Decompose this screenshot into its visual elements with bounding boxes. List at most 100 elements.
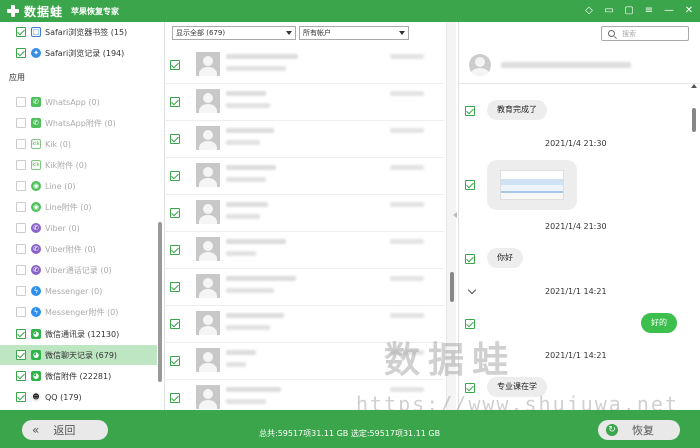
recover-button[interactable]: ↻ 恢复 bbox=[598, 420, 680, 440]
account-filter-dropdown[interactable]: 所有帐户 bbox=[299, 26, 409, 40]
kik-icon: kik bbox=[31, 160, 41, 170]
checkbox[interactable] bbox=[16, 160, 26, 170]
checkbox[interactable] bbox=[16, 392, 26, 402]
category-item-line-attachments[interactable]: ◉ Line附件 (0) bbox=[0, 197, 157, 217]
contact-name-blurred bbox=[226, 387, 281, 392]
message-checkbox[interactable] bbox=[465, 106, 475, 116]
menu-icon[interactable]: ≡ bbox=[642, 4, 656, 18]
checkbox[interactable] bbox=[16, 139, 26, 149]
checkbox[interactable] bbox=[16, 27, 26, 37]
checkbox[interactable] bbox=[16, 97, 26, 107]
checkbox[interactable] bbox=[170, 60, 180, 70]
category-label: Safari浏览器书签 (15) bbox=[45, 27, 128, 37]
category-label: Safari浏览记录 (194) bbox=[45, 48, 125, 58]
contact-name-blurred bbox=[501, 62, 631, 68]
section-header-apps: 应用 bbox=[9, 73, 25, 82]
contact-name-blurred bbox=[226, 276, 296, 281]
checkbox[interactable] bbox=[170, 393, 180, 403]
checkbox[interactable] bbox=[16, 48, 26, 58]
category-item-kik[interactable]: kik Kik (0) bbox=[0, 134, 157, 154]
checkbox[interactable] bbox=[16, 286, 26, 296]
conversation-row[interactable] bbox=[166, 159, 444, 195]
category-item-viber-attachments[interactable]: ✆ Viber附件 (0) bbox=[0, 239, 157, 259]
conversation-row[interactable] bbox=[166, 48, 444, 84]
contact-avatar bbox=[196, 311, 220, 335]
show-filter-dropdown[interactable]: 显示全部 (679) bbox=[172, 26, 296, 40]
category-item-viber[interactable]: ✆ Viber (0) bbox=[0, 218, 157, 238]
cart-icon[interactable]: ▭ bbox=[602, 4, 616, 18]
category-item-qq[interactable]: ☻ QQ (179) bbox=[0, 387, 157, 407]
category-item-kik-attachments[interactable]: kik Kik附件 (0) bbox=[0, 155, 157, 175]
checkbox[interactable] bbox=[170, 356, 180, 366]
scrollbar-thumb[interactable] bbox=[692, 108, 696, 132]
category-item-line[interactable]: ◉ Line (0) bbox=[0, 176, 157, 196]
checkbox[interactable] bbox=[16, 329, 26, 339]
category-item-messenger[interactable]: ϟ Messenger (0) bbox=[0, 281, 157, 301]
checkbox[interactable] bbox=[170, 171, 180, 181]
checkbox[interactable] bbox=[170, 134, 180, 144]
double-chevron-left-icon: « bbox=[32, 423, 40, 437]
collapse-arrow-icon[interactable] bbox=[453, 212, 457, 218]
conversation-row[interactable] bbox=[166, 85, 444, 121]
category-item-safari-bookmarks[interactable]: □ Safari浏览器书签 (15) bbox=[0, 22, 157, 42]
minimize-icon[interactable]: — bbox=[662, 4, 676, 18]
category-item-wechat-chats[interactable]: ◕ 微信聊天记录 (679) bbox=[0, 345, 157, 365]
category-label: 微信附件 (22281) bbox=[45, 371, 112, 381]
checkbox[interactable] bbox=[16, 202, 26, 212]
checkbox[interactable] bbox=[16, 371, 26, 381]
date-blurred bbox=[390, 202, 424, 207]
contact-name-blurred bbox=[226, 54, 298, 59]
conversation-row[interactable] bbox=[166, 233, 444, 269]
search-box[interactable]: 搜索 bbox=[601, 26, 689, 41]
conversation-row[interactable] bbox=[166, 122, 444, 158]
scrollbar-thumb[interactable] bbox=[450, 272, 454, 302]
checkbox[interactable] bbox=[170, 245, 180, 255]
message-checkbox[interactable] bbox=[465, 180, 475, 190]
category-item-whatsapp[interactable]: ✆ WhatsApp (0) bbox=[0, 92, 157, 112]
checkbox[interactable] bbox=[16, 307, 26, 317]
conversation-row[interactable] bbox=[166, 196, 444, 232]
category-item-wechat-contacts[interactable]: ◕ 微信通讯录 (12130) bbox=[0, 324, 157, 344]
contact-avatar bbox=[196, 52, 220, 76]
message-checkbox[interactable] bbox=[465, 254, 475, 264]
image-thumbnail[interactable] bbox=[500, 170, 564, 200]
checkbox[interactable] bbox=[170, 97, 180, 107]
category-label: Viber通话记录 (0) bbox=[45, 265, 112, 275]
checkbox[interactable] bbox=[16, 265, 26, 275]
outgoing-message: 好的 bbox=[641, 313, 677, 333]
date-blurred bbox=[390, 165, 424, 170]
plus-logo-icon bbox=[6, 4, 20, 18]
category-item-messenger-attachments[interactable]: ϟ Messenger附件 (0) bbox=[0, 302, 157, 322]
chat-scrollbar[interactable] bbox=[691, 84, 699, 410]
message-preview-blurred bbox=[226, 362, 246, 367]
checkbox[interactable] bbox=[16, 350, 26, 360]
checkbox[interactable] bbox=[170, 282, 180, 292]
close-icon[interactable]: ✕ bbox=[682, 4, 696, 18]
contact-avatar bbox=[469, 54, 491, 76]
diamond-icon[interactable]: ◇ bbox=[582, 4, 596, 18]
checkbox[interactable] bbox=[16, 223, 26, 233]
conversation-row[interactable] bbox=[166, 270, 444, 306]
kik-icon: kik bbox=[31, 139, 41, 149]
checkbox[interactable] bbox=[170, 319, 180, 329]
back-button[interactable]: « 返回 bbox=[22, 420, 108, 440]
scroll-up-icon[interactable] bbox=[691, 84, 697, 88]
message-checkbox[interactable] bbox=[465, 319, 475, 329]
message-preview-blurred bbox=[226, 66, 286, 71]
chevron-down-icon[interactable] bbox=[467, 285, 477, 295]
category-scrollbar[interactable] bbox=[158, 222, 162, 382]
date-blurred bbox=[390, 128, 424, 133]
category-item-safari-history[interactable]: ✦ Safari浏览记录 (194) bbox=[0, 43, 157, 63]
message-timestamp: 2021/1/1 14:21 bbox=[545, 351, 607, 360]
category-item-wechat-attachments[interactable]: ◕ 微信附件 (22281) bbox=[0, 366, 157, 386]
feedback-icon[interactable]: ▢ bbox=[622, 4, 636, 18]
checkbox[interactable] bbox=[16, 244, 26, 254]
category-item-whatsapp-attachments[interactable]: ✆ WhatsApp附件 (0) bbox=[0, 113, 157, 133]
checkbox[interactable] bbox=[16, 118, 26, 128]
checkbox[interactable] bbox=[16, 181, 26, 191]
category-item-viber-calls[interactable]: ✆ Viber通话记录 (0) bbox=[0, 260, 157, 280]
contact-name-blurred bbox=[226, 239, 286, 244]
refresh-icon: ↻ bbox=[606, 424, 618, 436]
chevron-down-icon bbox=[286, 31, 292, 35]
checkbox[interactable] bbox=[170, 208, 180, 218]
